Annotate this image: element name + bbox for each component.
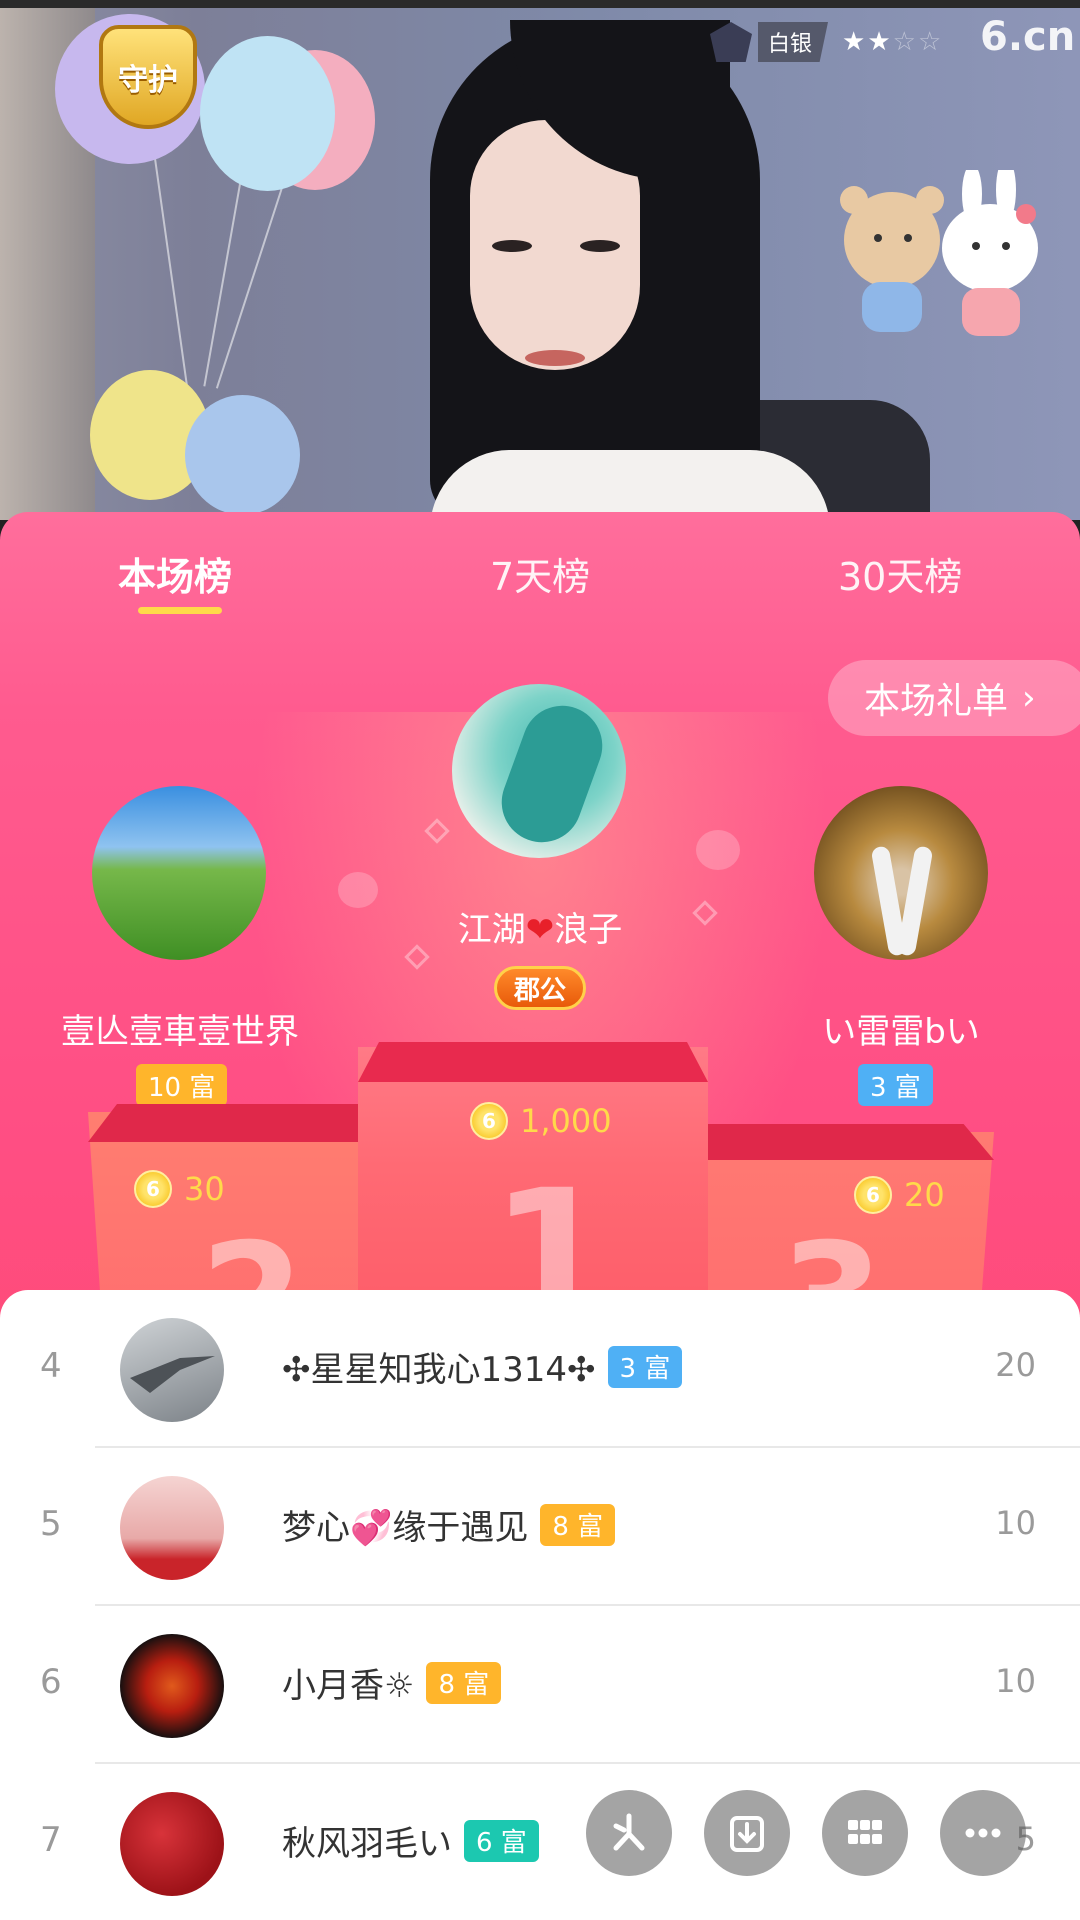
coin-amount: 1,000 (520, 1102, 612, 1140)
bear-bunny-sticker (840, 170, 1038, 336)
eye (580, 240, 620, 252)
rank-number: 5 (40, 1504, 62, 1544)
coin-icon: 6 (854, 1176, 892, 1214)
rich-level-badge: 8 富 (540, 1503, 616, 1546)
decor-bubble (696, 830, 740, 870)
list-item[interactable]: 6 小月香☼ 8 富 10 (0, 1606, 1080, 1764)
rank-stars-filled: ★★ (842, 27, 893, 57)
rank-number: 6 (40, 1662, 62, 1702)
coin-icon: 6 (470, 1102, 508, 1140)
rich-level-badge: 10 富 (136, 1064, 228, 1106)
chevron-right-icon: › (1022, 678, 1036, 718)
score: 20 (995, 1346, 1036, 1384)
download-button[interactable] (704, 1790, 790, 1876)
user-avatar[interactable] (120, 1318, 224, 1422)
anchor-rank-badge[interactable]: 白银 ★★☆☆ (710, 22, 943, 62)
live-video[interactable]: 守护 白银 ★★☆☆ 6.cn (0, 0, 1080, 520)
rank-number: 7 (40, 1820, 62, 1860)
rank-stars-empty: ☆☆ (892, 27, 944, 57)
coin-amount: 20 (904, 1176, 945, 1214)
balloon-string (203, 149, 247, 387)
podium-third-top (690, 1124, 994, 1160)
user-name-row: 小月香☼ 8 富 (282, 1658, 502, 1707)
rich-level-badge: 6 富 (464, 1819, 539, 1862)
podium-first-top (358, 1042, 708, 1082)
gift-list-label: 本场礼单 (864, 681, 1009, 722)
score: 10 (995, 1662, 1036, 1700)
tab-current-show[interactable]: 本场榜 (118, 546, 232, 601)
host-lips (525, 350, 585, 366)
user-name-row: ✣星星知我心1314✣ 3 富 (282, 1342, 683, 1391)
status-strip (0, 0, 1080, 8)
grid-menu-button[interactable] (822, 1790, 908, 1876)
user-name: ✣星星知我心1314✣ (282, 1350, 596, 1390)
gift-list-button[interactable]: 本场礼单 › (828, 660, 1080, 736)
rich-level-badge: 3 富 (607, 1345, 683, 1388)
rank-number: 4 (40, 1346, 62, 1386)
balloon-string (150, 129, 189, 388)
first-place-coins: 6 1,000 (470, 1102, 612, 1140)
third-place-coins: 6 20 (854, 1176, 945, 1214)
third-place-avatar[interactable] (814, 786, 988, 960)
jet-icon (130, 1356, 215, 1393)
coin-amount: 30 (184, 1170, 225, 1208)
user-name: 梦心💞缘于遇见 (282, 1508, 529, 1548)
rank-stars: ★★☆☆ (842, 27, 943, 57)
tab-30-days[interactable]: 30天榜 (838, 546, 962, 601)
first-place-name[interactable]: 江湖❤浪子 (448, 902, 632, 951)
list-item[interactable]: 4 ✣星星知我心1314✣ 3 富 20 (0, 1290, 1080, 1448)
active-tab-indicator (138, 607, 222, 614)
second-place-coins: 6 30 (134, 1170, 225, 1208)
user-name: 小月香☼ (282, 1666, 415, 1706)
ranking-tabs: 本场榜 7天榜 30天榜 (0, 512, 1080, 632)
crane-neck (896, 845, 934, 957)
host-shirt (430, 450, 830, 520)
rich-level-badge: 3 富 (858, 1064, 933, 1106)
second-place-avatar[interactable] (92, 786, 266, 960)
download-icon (730, 1816, 764, 1852)
decor-bubble (338, 872, 378, 908)
user-avatar[interactable] (120, 1792, 224, 1896)
balloon-string (215, 159, 292, 389)
user-name-row: 秋风羽毛い 6 富 (282, 1816, 539, 1865)
balloon (185, 395, 300, 515)
user-name: 秋风羽毛い (282, 1824, 452, 1864)
second-place-name[interactable]: 壹亾壹車壹世界 (50, 1004, 310, 1053)
rank-label: 白银 (758, 22, 829, 62)
tab-7-days[interactable]: 7天榜 (490, 546, 590, 601)
more-icon (965, 1828, 1001, 1838)
eye (492, 240, 532, 252)
first-name-part-a: 江湖 (457, 910, 526, 950)
first-place-avatar[interactable] (452, 684, 626, 858)
rich-level-badge: 8 富 (426, 1661, 502, 1704)
first-name-part-b: 浪子 (554, 910, 623, 950)
screen: 守护 白银 ★★☆☆ 6.cn 本场榜 7天榜 30天榜 本场礼单 › 江湖❤浪… (0, 0, 1080, 1920)
grid-icon (848, 1820, 882, 1844)
user-name-row: 梦心💞缘于遇见 8 富 (282, 1500, 616, 1549)
more-button[interactable] (940, 1790, 1026, 1876)
host-figure (430, 20, 930, 520)
dragon-figure (490, 694, 614, 854)
floating-action-bar (586, 1790, 1026, 1876)
sparkle-button[interactable] (586, 1790, 672, 1876)
noble-badge: 郡公 (494, 966, 586, 1010)
third-place-name[interactable]: い雷雷bい (800, 1004, 1002, 1053)
guard-badge-label: 守护 (99, 25, 197, 129)
score: 10 (995, 1504, 1036, 1542)
user-avatar[interactable] (120, 1476, 224, 1580)
podium-second-top (88, 1104, 378, 1142)
list-item[interactable]: 5 梦心💞缘于遇见 8 富 10 (0, 1448, 1080, 1606)
guard-badge[interactable]: 守护 (88, 22, 208, 132)
user-avatar[interactable] (120, 1634, 224, 1738)
coin-icon: 6 (134, 1170, 172, 1208)
heart-icon: ❤ (525, 910, 555, 950)
site-logo: 6.cn (980, 14, 1076, 60)
rank-crest-icon (710, 22, 752, 62)
sparkle-icon (613, 1813, 645, 1851)
balloon (200, 36, 335, 191)
